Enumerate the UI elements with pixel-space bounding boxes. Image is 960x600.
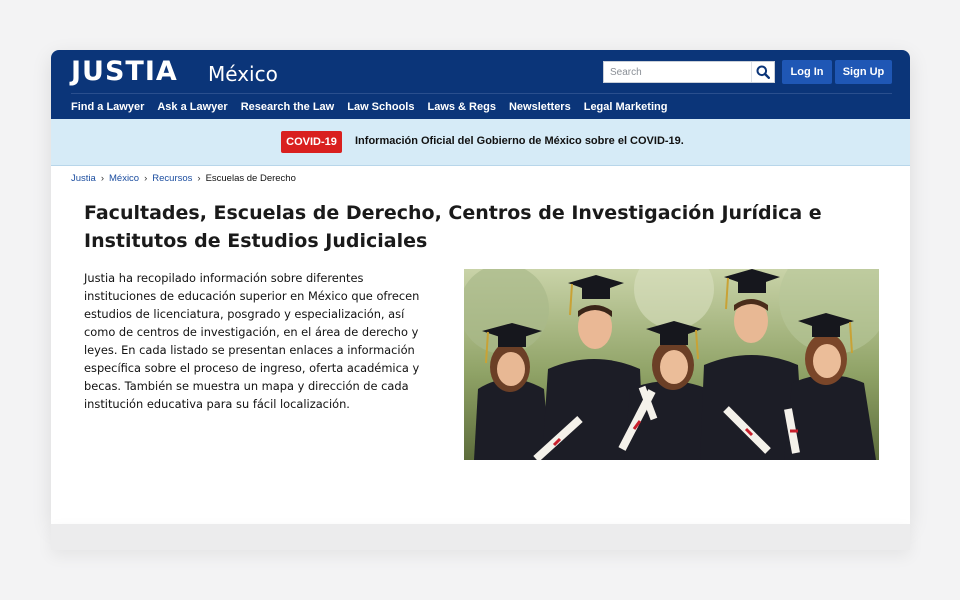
logo-region[interactable]: México [208, 61, 278, 87]
breadcrumb-current: Escuelas de Derecho [205, 173, 296, 184]
graduates-illustration [464, 269, 879, 460]
covid-badge[interactable]: COVID-19 [281, 131, 342, 153]
nav-legal-marketing[interactable]: Legal Marketing [584, 99, 668, 115]
main-nav: Find a Lawyer Ask a Lawyer Research the … [71, 99, 680, 115]
nav-laws-regs[interactable]: Laws & Regs [427, 99, 495, 115]
page-title: Facultades, Escuelas de Derecho, Centros… [84, 202, 822, 252]
page-footer-strip [51, 524, 910, 550]
justia-logo[interactable]: JUSTIA [71, 56, 178, 88]
covid-alert-banner: COVID-19 Información Oficial del Gobiern… [51, 119, 910, 166]
site-header: JUSTIA México Log In Sign Up Find a Lawy… [51, 50, 910, 119]
nav-law-schools[interactable]: Law Schools [347, 99, 414, 115]
covid-alert-link[interactable]: Información Oficial del Gobierno de Méxi… [355, 133, 684, 149]
graduates-photo [464, 269, 879, 460]
breadcrumb-recursos[interactable]: Recursos [152, 173, 192, 184]
nav-research-the-law[interactable]: Research the Law [241, 99, 335, 115]
breadcrumb: Justia › México › Recursos › Escuelas de Derec… [71, 172, 296, 185]
nav-divider [71, 93, 892, 94]
signup-button[interactable]: Sign Up [835, 60, 892, 84]
breadcrumb-justia[interactable]: Justia [71, 173, 96, 184]
search-icon [756, 65, 770, 79]
intro-paragraph: Justia ha recopilado información sobre d… [84, 271, 420, 411]
search-box [603, 61, 775, 83]
search-input[interactable] [604, 62, 752, 82]
breadcrumb-separator: › [144, 173, 148, 184]
breadcrumb-mexico[interactable]: México [109, 173, 139, 184]
nav-ask-a-lawyer[interactable]: Ask a Lawyer [157, 99, 227, 115]
nav-newsletters[interactable]: Newsletters [509, 99, 571, 115]
breadcrumb-separator: › [100, 173, 104, 184]
login-button[interactable]: Log In [782, 60, 832, 84]
nav-find-a-lawyer[interactable]: Find a Lawyer [71, 99, 144, 115]
breadcrumb-separator: › [197, 173, 201, 184]
search-button[interactable] [751, 62, 774, 82]
browser-window: JUSTIA México Log In Sign Up Find a Lawy… [51, 50, 910, 524]
